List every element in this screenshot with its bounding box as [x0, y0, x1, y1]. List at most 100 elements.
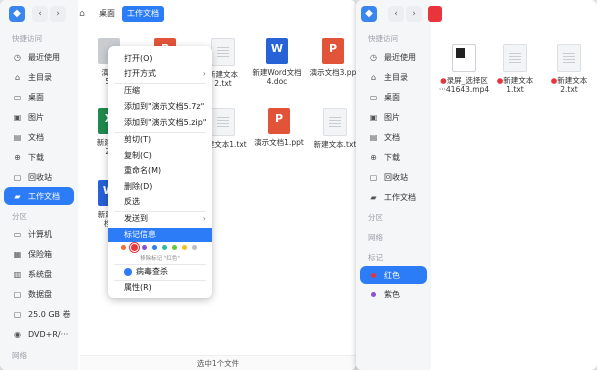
menu-item-delete[interactable]: 删除(D) [124, 180, 152, 194]
forward-button[interactable]: › [406, 6, 422, 22]
sidebar-item-system-disk[interactable]: ▥ 系统盘 [4, 266, 74, 283]
sidebar-item-label: 工作文档 [384, 193, 416, 202]
sidebar-item-dvd[interactable]: ◉ DVD+R/··· [4, 326, 74, 343]
sidebar-item-label: 文档 [384, 133, 400, 142]
sidebar-item-downloads[interactable]: ⊕ 下载 [360, 149, 427, 166]
sidebar-item-label: 系统盘 [28, 270, 52, 279]
sidebar-item-volume[interactable]: ▢ 25.0 GB 卷 [4, 306, 74, 323]
menu-item-open-with[interactable]: 打开方式 [124, 67, 156, 81]
file-item[interactable]: 演示文档3.pp [304, 38, 356, 77]
sidebar-item-label: 紫色 [384, 290, 400, 299]
sidebar-section-quick-access: 快捷访问 [12, 34, 42, 43]
file-name-line2: ···41643.mp4 [438, 85, 490, 94]
tag-color-orange[interactable] [121, 245, 126, 250]
file-name-line2: 2.txt [560, 85, 578, 94]
tag-color-red[interactable] [131, 244, 138, 251]
sidebar-item-recent[interactable]: ◷ 最近使用 [360, 49, 427, 66]
sidebar-item-downloads[interactable]: ⊕ 下载 [4, 149, 74, 166]
tag-color-blue[interactable] [152, 245, 157, 250]
sidebar-item-label: 最近使用 [384, 53, 416, 62]
sidebar-item-safe[interactable]: ▦ 保险箱 [4, 246, 74, 263]
sidebar-tag-purple[interactable]: 紫色 [360, 286, 427, 303]
tag-color-green[interactable] [172, 245, 177, 250]
file-item[interactable]: 新建文本.txt [306, 108, 356, 149]
file-name-line2: 1.txt [506, 85, 524, 94]
menu-item-virus-scan[interactable]: 病毒查杀 [136, 265, 168, 279]
file-name: ●新建文本 [550, 76, 588, 85]
menu-item-add-7z[interactable]: 添加到"演示文档5.7z" [124, 100, 204, 114]
sidebar-item-label: 数据盘 [28, 290, 52, 299]
sidebar-item-home[interactable]: ⌂ 主目录 [4, 69, 74, 86]
sidebar-item-data-disk[interactable]: ▢ 数据盘 [4, 286, 74, 303]
menu-item-cut[interactable]: 剪切(T) [124, 133, 151, 147]
download-icon: ⊕ [14, 153, 21, 162]
sidebar-item-label: 图片 [384, 113, 400, 122]
file-item[interactable]: 新建Word文档4.doc [248, 38, 306, 86]
document-icon: ▤ [13, 133, 22, 142]
image-icon: ▣ [369, 113, 378, 122]
sidebar-item-desktop[interactable]: ▭ 桌面 [4, 89, 74, 106]
back-button[interactable]: ‹ [32, 6, 48, 22]
word-file-icon [266, 38, 288, 64]
sidebar-item-recent[interactable]: ◷ 最近使用 [4, 49, 74, 66]
chevron-right-icon: › [202, 69, 206, 78]
tag-red-breadcrumb[interactable] [428, 6, 442, 22]
sidebar-item-label: 图片 [28, 113, 44, 122]
breadcrumb-work-docs[interactable]: 工作文档 [122, 6, 164, 22]
file-item[interactable]: ●录屏_选择区 ···41643.mp4 [436, 44, 492, 94]
sidebar-item-pictures[interactable]: ▣ 图片 [360, 109, 427, 126]
clock-icon: ◷ [14, 53, 21, 62]
desktop-icon: ▭ [369, 93, 378, 102]
sidebar-item-desktop[interactable]: ▭ 桌面 [360, 89, 427, 106]
tag-color-gray[interactable] [192, 245, 197, 250]
sidebar-item-documents[interactable]: ▤ 文档 [360, 129, 427, 146]
sidebar-item-computer[interactable]: ▭ 计算机 [4, 226, 74, 243]
menu-item-compress[interactable]: 压缩 [124, 84, 140, 98]
sidebar-item-label: 回收站 [384, 173, 408, 182]
file-item[interactable]: ●新建文本 2.txt [542, 44, 596, 94]
menu-item-open[interactable]: 打开(O) [124, 52, 153, 66]
text-file-icon [211, 38, 235, 66]
forward-button[interactable]: › [50, 6, 66, 22]
tag-color-purple[interactable] [142, 245, 147, 250]
sidebar-item-documents[interactable]: ▤ 文档 [4, 129, 74, 146]
text-file-icon [211, 108, 235, 136]
file-name: 新建文本.txt [313, 140, 356, 149]
safe-icon: ▦ [13, 250, 22, 259]
text-file-icon [503, 44, 527, 72]
sidebar-tag-red[interactable]: 红色 [360, 266, 427, 284]
home-icon: ⌂ [370, 73, 377, 82]
sidebar-item-work-docs[interactable]: ▰ 工作文档 [360, 189, 427, 206]
disk-icon: ▥ [13, 270, 22, 279]
menu-item-rename[interactable]: 重命名(M) [124, 164, 161, 178]
breadcrumb-desktop[interactable]: 桌面 [94, 6, 120, 22]
app-logo-icon: ◆ [361, 6, 377, 22]
document-icon: ▤ [369, 133, 378, 142]
sidebar-item-work-docs[interactable]: ▰ 工作文档 [4, 187, 74, 205]
menu-item-invert-selection[interactable]: 反选 [124, 195, 140, 209]
folder-icon: ▰ [14, 191, 21, 201]
sidebar-item-trash[interactable]: ▢ 回收站 [360, 169, 427, 186]
file-item[interactable]: ●新建文本 1.txt [488, 44, 542, 94]
sidebar-item-pictures[interactable]: ▣ 图片 [4, 109, 74, 126]
file-name: 新建Word文档 [252, 68, 302, 77]
menu-item-copy[interactable]: 复制(C) [124, 149, 152, 163]
sidebar-item-label: 工作文档 [28, 191, 60, 201]
tag-color-yellow[interactable] [182, 245, 187, 250]
tag-color-cyan[interactable] [162, 245, 167, 250]
home-icon[interactable]: ⌂ [74, 6, 90, 22]
menu-item-properties[interactable]: 属性(R) [124, 281, 152, 295]
sidebar-item-trash[interactable]: ▢ 回收站 [4, 169, 74, 186]
menu-item-add-zip[interactable]: 添加到"演示文档5.zip" [124, 116, 207, 130]
tag-hint: 移除标记 "红色" [140, 256, 180, 262]
sidebar-item-home[interactable]: ⌂ 主目录 [360, 69, 427, 86]
file-name: 演示文档3.pp [309, 68, 356, 77]
sidebar-section-network: 网络 [12, 351, 27, 360]
menu-item-send-to[interactable]: 发送到 [124, 212, 148, 226]
file-item[interactable]: 演示文档1.ppt [250, 108, 308, 147]
back-button[interactable]: ‹ [388, 6, 404, 22]
file-name: ●新建文本 [496, 76, 534, 85]
menu-item-tag-info[interactable]: 标记信息 [124, 228, 156, 242]
sidebar-item-label: 25.0 GB 卷 [28, 310, 71, 319]
file-name-line2: 4.doc [266, 77, 288, 86]
